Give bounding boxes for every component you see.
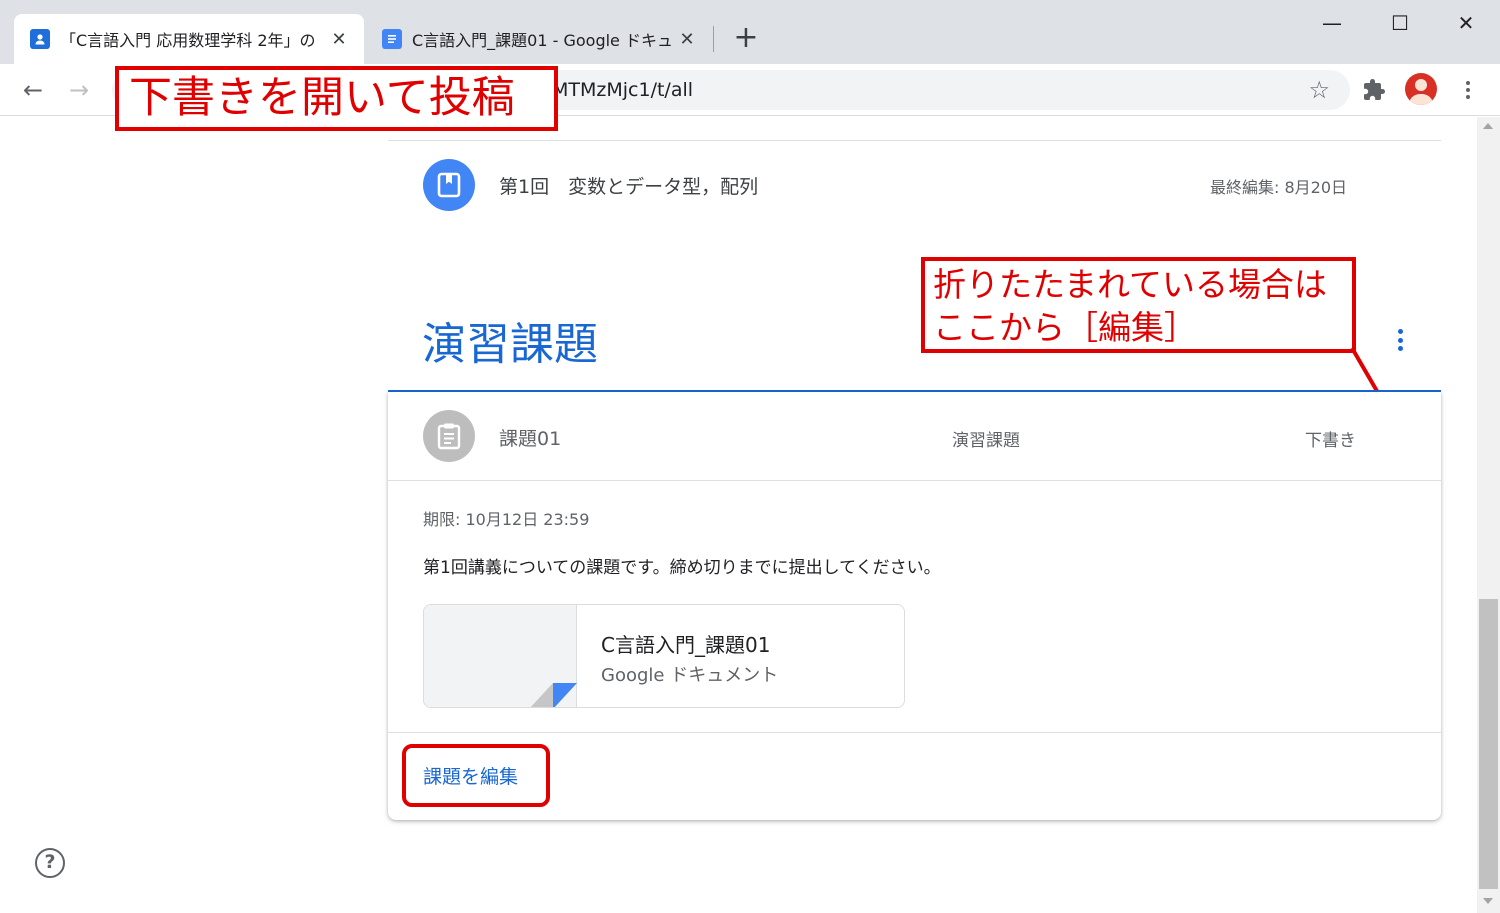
maximize-button[interactable]: ☐	[1380, 8, 1420, 38]
material-edited: 最終編集: 8月20日	[1210, 178, 1348, 197]
new-tab-button[interactable]: +	[730, 20, 762, 56]
annotation-text: ここから［編集］	[933, 308, 1197, 347]
scroll-up-icon[interactable]	[1483, 123, 1493, 129]
divider	[388, 732, 1441, 733]
divider	[388, 480, 1441, 481]
annotation-draft-post: 下書きを開いて投稿	[115, 66, 558, 131]
scroll-down-icon[interactable]	[1483, 898, 1493, 904]
back-button[interactable]: ←	[16, 73, 50, 107]
status-badge: 下書き	[1305, 431, 1356, 451]
attachment-type: Google ドキュメント	[601, 665, 779, 686]
due-date: 期限: 10月12日 23:59	[423, 510, 590, 529]
docs-corner-icon	[530, 683, 577, 707]
attachment-name: C言語入門_課題01	[601, 633, 771, 657]
scrollbar[interactable]	[1477, 117, 1500, 913]
assignment-description: 第1回講義についての課題です。締め切りまでに提出してください。	[423, 558, 941, 578]
divider	[388, 140, 1441, 141]
annotation-text: 下書きを開いて投稿	[129, 73, 515, 123]
tab-separator	[713, 26, 714, 52]
material-icon	[423, 159, 475, 211]
attachment-thumbnail	[424, 605, 577, 707]
classroom-icon	[30, 29, 50, 49]
tab-title: C言語入門_課題01 - Google ドキュ	[412, 31, 673, 50]
tab-docs[interactable]: C言語入門_課題01 - Google ドキュ ✕	[366, 14, 712, 64]
annotation-text: 折りたたまれている場合は	[933, 265, 1328, 304]
material-title[interactable]: 第1回 変数とデータ型，配列	[499, 172, 758, 199]
url-text: MTMzMjc1/t/all	[552, 79, 694, 101]
assignment-icon	[423, 410, 475, 462]
scrollbar-thumb[interactable]	[1479, 599, 1498, 889]
close-tab-icon[interactable]: ✕	[328, 29, 350, 50]
annotation-edit-highlight	[402, 744, 550, 807]
help-icon[interactable]: ?	[35, 848, 65, 878]
assignment-topic: 演習課題	[952, 431, 1020, 451]
tab-strip: 「C言語入門 応用数理学科 2年」の ✕ C言語入門_課題01 - Google…	[0, 0, 1500, 64]
section-title: 演習課題	[422, 319, 598, 370]
docs-icon	[382, 29, 402, 49]
section-more-icon[interactable]	[1386, 323, 1414, 357]
annotation-collapsed-hint: 折りたたまれている場合は ここから［編集］	[921, 257, 1356, 353]
browser-menu-icon[interactable]	[1460, 80, 1476, 100]
forward-button[interactable]: →	[62, 73, 96, 107]
assignment-title[interactable]: 課題01	[499, 424, 561, 451]
extensions-icon[interactable]	[1362, 78, 1386, 106]
bookmark-star-icon[interactable]: ☆	[1308, 76, 1330, 104]
minimize-button[interactable]: —	[1312, 8, 1352, 38]
tab-title: 「C言語入門 応用数理学科 2年」の	[60, 31, 316, 50]
attachment-card[interactable]: C言語入門_課題01 Google ドキュメント	[423, 604, 905, 708]
avatar[interactable]	[1405, 73, 1437, 105]
tab-classroom[interactable]: 「C言語入門 応用数理学科 2年」の ✕	[14, 14, 364, 64]
close-tab-icon[interactable]: ✕	[676, 29, 698, 50]
close-window-button[interactable]: ✕	[1446, 8, 1486, 38]
